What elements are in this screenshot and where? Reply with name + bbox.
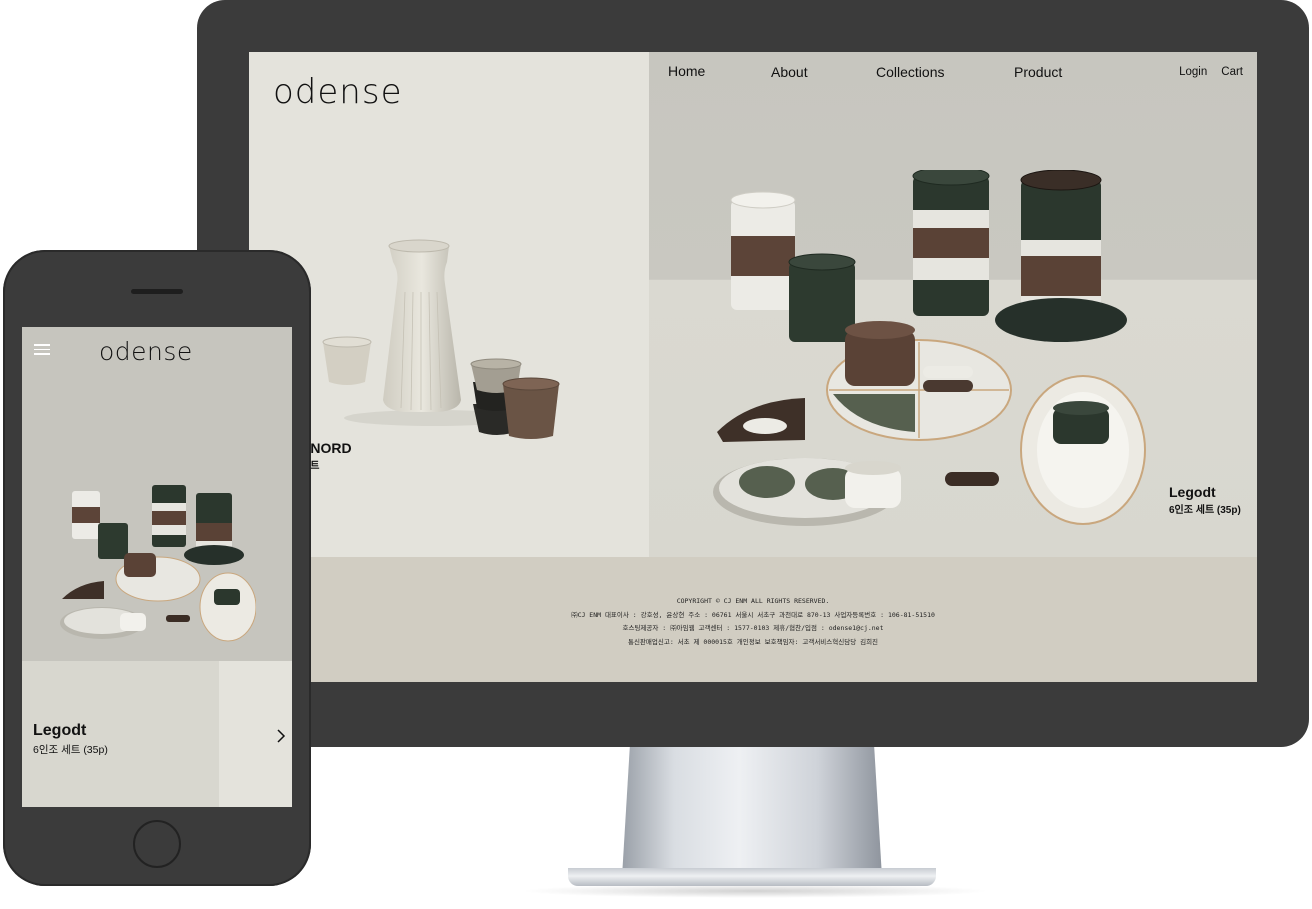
mobile-slide-subtitle: 6인조 세트 (35p) [33, 744, 108, 756]
nord-product-image [322, 239, 560, 439]
legodt-product-image [713, 170, 1146, 526]
chevron-right-icon[interactable] [276, 729, 286, 743]
monitor-stand-base [568, 868, 936, 886]
desktop-monitor: odense r NORD Legodt 6인조 세트 (35p) Home A… [197, 0, 1309, 747]
device-mockup-stage: odense r NORD Legodt 6인조 세트 (35p) Home A… [0, 0, 1312, 909]
nav-about[interactable]: About [771, 64, 808, 80]
login-link[interactable]: Login [1179, 66, 1207, 78]
right-slide-caption: Legodt 6인조 세트 (35p) [1169, 484, 1241, 516]
utility-links: Login Cart [1179, 66, 1243, 78]
main-nav: Home About Collections Product [249, 52, 1257, 92]
phone-speaker [131, 289, 183, 294]
site-footer: COPYRIGHT © CJ ENM ALL RIGHTS RESERVED. … [249, 557, 1257, 682]
mobile-slide-title: Legodt [33, 722, 87, 739]
footer-registration-info: 통신판매업신고: 서초 제 000015호 개인정보 보호책임자: 고객서비스혁… [627, 637, 879, 646]
mobile-slide-caption: Legodt 6인조 세트 (35p) [33, 722, 108, 757]
monitor-stand-neck [622, 747, 882, 877]
hamburger-menu-icon[interactable] [34, 344, 50, 356]
mobile-header: odense [22, 327, 292, 381]
desktop-screen: odense r NORD Legodt 6인조 세트 (35p) Home A… [249, 52, 1257, 682]
monitor-stand-shadow [520, 884, 990, 898]
mobile-phone: odense Legodt 6인조 세트 (35p) [3, 250, 311, 886]
phone-home-button [133, 820, 181, 868]
footer-company-info: ㈜CJ ENM 대표이사 : 강호성, 윤상현 주소 : 06761 서울시 서… [571, 610, 935, 619]
nav-product[interactable]: Product [1014, 64, 1062, 80]
nav-home[interactable]: Home [668, 63, 705, 79]
nav-collections[interactable]: Collections [876, 64, 944, 80]
footer-hosting-info: 호스팅제공자 : ㈜아임웹 고객센터 : 1577-0103 제휴/협찬/입점 … [622, 624, 884, 632]
mobile-legodt-product-image [60, 485, 256, 642]
footer-copyright: COPYRIGHT © CJ ENM ALL RIGHTS RESERVED. [676, 597, 830, 605]
cart-link[interactable]: Cart [1221, 66, 1243, 78]
right-slide-subtitle: 6인조 세트 (35p) [1169, 505, 1241, 516]
hero-slide-panel[interactable]: Legodt 6인조 세트 (35p) [649, 52, 1257, 557]
mobile-site-logo[interactable]: odense [99, 337, 193, 366]
right-slide-title: Legodt [1169, 484, 1216, 500]
mobile-screen: odense Legodt 6인조 세트 (35p) [22, 327, 292, 807]
